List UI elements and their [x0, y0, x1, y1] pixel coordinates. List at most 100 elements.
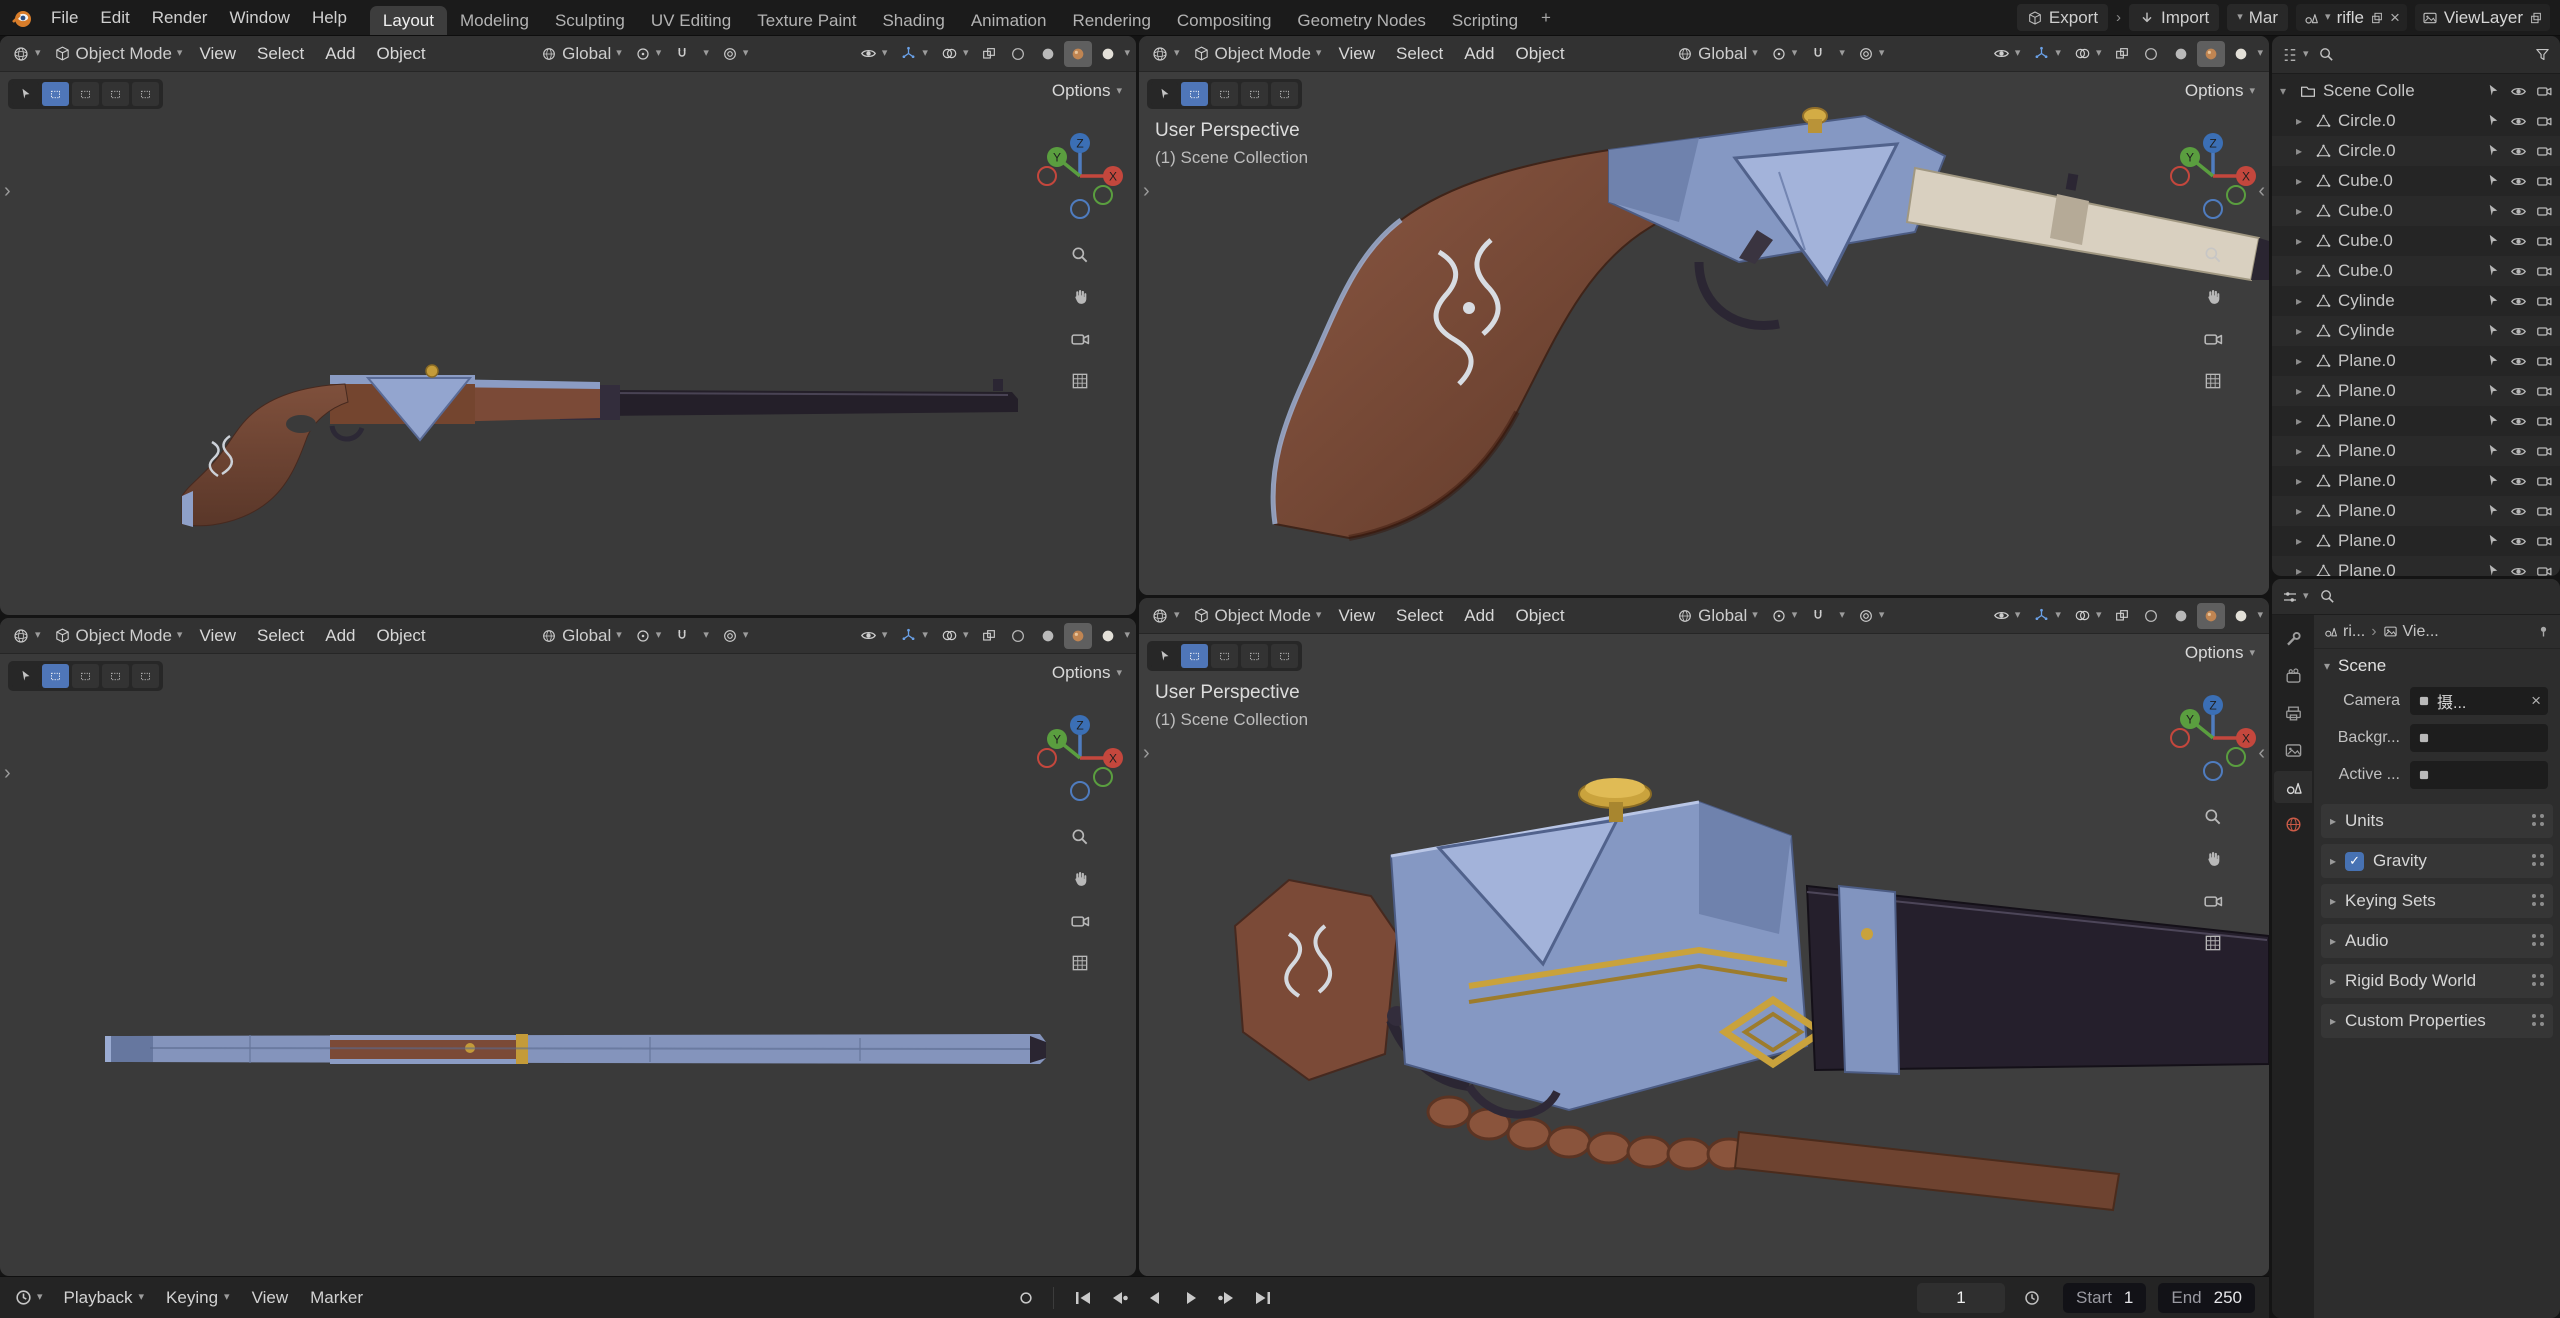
outliner-editor-type-button[interactable]: ▾ — [2281, 46, 2309, 64]
disclosure-triangle-icon[interactable]: ▸ — [2296, 204, 2309, 218]
property-field[interactable] — [2410, 761, 2548, 789]
outliner-object-row[interactable]: ▸ Plane.0 — [2272, 406, 2560, 436]
hide-eye-icon[interactable] — [2510, 203, 2527, 220]
hide-eye-icon[interactable] — [2510, 353, 2527, 370]
object-type-visibility-dropdown[interactable]: ▾ — [1987, 601, 2027, 631]
selectable-icon[interactable] — [2486, 113, 2501, 130]
property-field[interactable]: 摄... × — [2410, 687, 2548, 715]
shading-solid-button[interactable] — [1034, 623, 1062, 649]
app-menu-item[interactable]: Window — [218, 0, 300, 36]
ortho-grid-icon[interactable] — [2196, 928, 2230, 958]
region-toggle-icon[interactable]: › — [1143, 180, 1150, 203]
viewport-menu-item[interactable]: View — [1328, 39, 1385, 69]
hide-eye-icon[interactable] — [2510, 113, 2527, 130]
blender-logo-icon[interactable] — [10, 6, 34, 30]
drag-grip-icon[interactable] — [2532, 1014, 2536, 1018]
editor-type-button[interactable]: ▾ — [1145, 601, 1186, 631]
render-visibility-icon[interactable] — [2536, 263, 2553, 280]
select-circle-button[interactable] — [72, 82, 99, 106]
disclosure-triangle-icon[interactable]: ▸ — [2296, 354, 2309, 368]
properties-search-icon[interactable] — [2319, 588, 2336, 605]
shading-solid-button[interactable] — [2167, 41, 2195, 67]
truncated-topbar-button[interactable]: ▾ Mar — [2227, 4, 2289, 31]
render-visibility-icon[interactable] — [2536, 503, 2553, 520]
zoom-icon[interactable] — [2196, 240, 2230, 270]
selectable-icon[interactable] — [2486, 503, 2501, 520]
selectable-icon[interactable] — [2486, 143, 2501, 160]
region-toggle-icon[interactable]: ‹ — [2258, 180, 2265, 203]
snap-settings-dropdown[interactable]: ▾ — [697, 621, 715, 651]
pan-hand-icon[interactable] — [2196, 282, 2230, 312]
select-box-button[interactable] — [42, 664, 69, 688]
disclosure-triangle-icon[interactable]: ▸ — [2296, 324, 2309, 338]
pivot-point-dropdown[interactable]: ▾ — [629, 39, 668, 69]
outliner-object-row[interactable]: ▸ Plane.0 — [2272, 556, 2560, 576]
filter-icon[interactable] — [2534, 46, 2551, 63]
disclosure-triangle-icon[interactable]: ▸ — [2296, 144, 2309, 158]
property-field[interactable] — [2410, 724, 2548, 752]
viewport-menu-item[interactable]: Add — [1454, 601, 1504, 631]
shading-material-button[interactable] — [1064, 622, 1093, 649]
mode-selector[interactable]: Object Mode ▾ — [48, 39, 189, 69]
outliner-object-row[interactable]: ▸ Plane.0 — [2272, 526, 2560, 556]
outliner-root-row[interactable]: ▾ Scene Colle — [2272, 76, 2560, 106]
viewport-canvas[interactable]: Options ▾ Z X Y › — [0, 654, 1136, 1276]
tab-scene[interactable] — [2274, 771, 2312, 803]
app-menu-item[interactable]: Render — [141, 0, 219, 36]
mode-selector[interactable]: Object Mode ▾ — [48, 621, 189, 651]
hide-eye-icon[interactable] — [2510, 83, 2527, 100]
new-viewlayer-icon[interactable] — [2529, 11, 2543, 25]
timeline-menu-item[interactable]: Playback ▾ — [53, 1277, 156, 1318]
hide-eye-icon[interactable] — [2510, 563, 2527, 577]
workspace-tab[interactable]: Scripting — [1439, 6, 1531, 35]
selectable-icon[interactable] — [2486, 383, 2501, 400]
viewport-menu-item[interactable]: View — [1328, 601, 1385, 631]
outliner-object-row[interactable]: ▸ Plane.0 — [2272, 496, 2560, 526]
tweak-tool-button[interactable] — [12, 664, 39, 688]
import-button[interactable]: Import — [2129, 4, 2220, 31]
frame-start-field[interactable]: Start 1 — [2063, 1282, 2147, 1313]
object-type-visibility-dropdown[interactable]: ▾ — [854, 39, 894, 69]
disclosure-triangle-icon[interactable]: ▸ — [2296, 444, 2309, 458]
ortho-grid-icon[interactable] — [1063, 948, 1097, 978]
viewport-menu-item[interactable]: Object — [367, 621, 436, 651]
navigation-gizmo[interactable]: Z X Y — [1034, 712, 1126, 804]
viewport-menu-item[interactable]: Add — [1454, 39, 1504, 69]
xray-toggle[interactable] — [2108, 601, 2136, 631]
workspace-tab[interactable]: UV Editing — [638, 6, 744, 35]
render-visibility-icon[interactable] — [2536, 473, 2553, 490]
select-box-button[interactable] — [1181, 82, 1208, 106]
timeline-menu-item[interactable]: Keying ▾ — [155, 1277, 241, 1318]
workspace-tab[interactable]: Compositing — [1164, 6, 1285, 35]
workspace-tab[interactable]: Layout — [369, 6, 447, 35]
gizmos-dropdown[interactable]: ▾ — [894, 39, 934, 69]
select-circle-button[interactable] — [72, 664, 99, 688]
outliner-object-row[interactable]: ▸ Plane.0 — [2272, 436, 2560, 466]
properties-section-header[interactable]: ▸ Audio — [2321, 924, 2553, 958]
region-toggle-icon[interactable]: › — [4, 180, 11, 203]
disclosure-triangle-icon[interactable]: ▾ — [2280, 84, 2293, 98]
play-button[interactable] — [1174, 1283, 1208, 1313]
shading-material-button[interactable] — [1064, 40, 1093, 67]
drag-grip-icon[interactable] — [2532, 854, 2536, 858]
overlays-dropdown[interactable]: ▾ — [935, 39, 975, 69]
render-visibility-icon[interactable] — [2536, 443, 2553, 460]
render-visibility-icon[interactable] — [2536, 83, 2553, 100]
hide-eye-icon[interactable] — [2510, 413, 2527, 430]
shading-wireframe-button[interactable] — [1004, 623, 1032, 649]
pin-icon[interactable] — [2536, 624, 2551, 639]
transform-orientation-dropdown[interactable]: Global ▾ — [535, 39, 628, 69]
gravity-checkbox[interactable]: ✓ — [2345, 851, 2365, 871]
select-lasso-button[interactable] — [1241, 644, 1268, 668]
disclosure-triangle-icon[interactable]: ▸ — [2296, 114, 2309, 128]
selectable-icon[interactable] — [2486, 443, 2501, 460]
viewport-menu-item[interactable]: Object — [1506, 39, 1575, 69]
jump-to-end-button[interactable] — [1246, 1283, 1280, 1313]
selectable-icon[interactable] — [2486, 173, 2501, 190]
app-menu-item[interactable]: Help — [301, 0, 358, 36]
selectable-icon[interactable] — [2486, 293, 2501, 310]
workspace-tab[interactable]: Sculpting — [542, 6, 638, 35]
overlays-dropdown[interactable]: ▾ — [935, 621, 975, 651]
hide-eye-icon[interactable] — [2510, 173, 2527, 190]
outliner-object-row[interactable]: ▸ Plane.0 — [2272, 376, 2560, 406]
